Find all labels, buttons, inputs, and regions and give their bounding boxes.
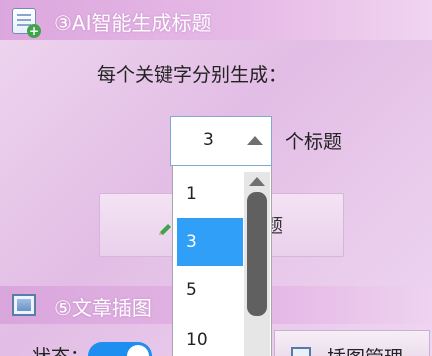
document-add-icon: + bbox=[12, 8, 41, 38]
dropdown-option-3[interactable]: 3 bbox=[177, 218, 243, 266]
chevron-up-icon bbox=[247, 136, 263, 145]
picture-icon bbox=[12, 294, 36, 316]
keyword-description: 每个关键字分别生成： bbox=[97, 64, 288, 86]
dropdown-scrollbar[interactable] bbox=[244, 172, 270, 356]
title-count-select[interactable]: 3 bbox=[170, 116, 272, 166]
title-count-value: 3 bbox=[203, 130, 214, 150]
dropdown-option-10[interactable]: 10 bbox=[177, 316, 243, 356]
pencil-icon bbox=[159, 224, 171, 235]
section-ai-title: ③AI智能生成标题 bbox=[54, 11, 212, 35]
image-icon bbox=[291, 347, 311, 356]
title-count-dropdown: 1 3 5 10 bbox=[172, 166, 272, 356]
status-label: 状态： bbox=[32, 342, 89, 356]
manage-images-label: 插图管理 bbox=[327, 343, 403, 356]
title-count-suffix: 个标题 bbox=[285, 131, 343, 153]
scroll-up-icon[interactable] bbox=[249, 177, 265, 186]
section-ai-header: + ③AI智能生成标题 bbox=[0, 0, 432, 40]
dropdown-option-5[interactable]: 5 bbox=[177, 266, 243, 314]
images-toggle[interactable] bbox=[88, 342, 152, 356]
scroll-thumb[interactable] bbox=[247, 192, 267, 316]
manage-images-button[interactable]: 插图管理 bbox=[274, 330, 430, 356]
toggle-knob bbox=[127, 345, 149, 356]
section-images-title: ⑤文章插图 bbox=[54, 296, 152, 320]
dropdown-option-1[interactable]: 1 bbox=[177, 170, 243, 218]
